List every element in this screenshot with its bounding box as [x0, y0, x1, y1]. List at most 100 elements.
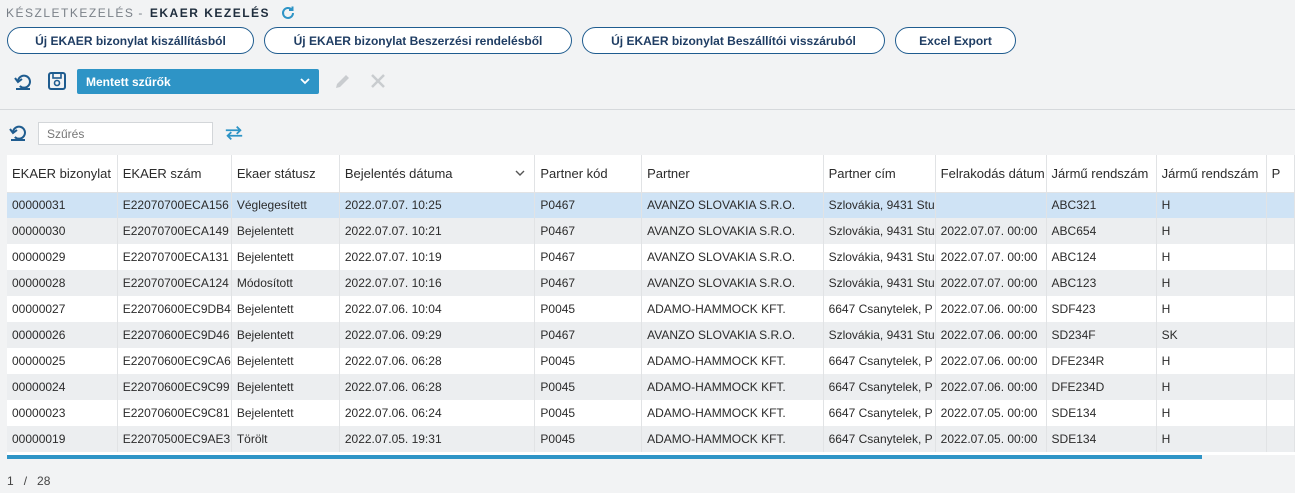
breadcrumb-separator: -	[138, 6, 144, 20]
swap-icon[interactable]	[224, 123, 244, 143]
column-header[interactable]: Partner kód	[534, 155, 643, 193]
table-cell: 2022.07.07. 10:25	[339, 192, 536, 218]
table-row[interactable]: 00000025 E22070600EC9CA6 Bejelentett 2022.0…	[7, 348, 1295, 374]
table-cell	[1266, 296, 1295, 322]
table-cell: H	[1156, 426, 1267, 452]
table-cell	[1266, 244, 1295, 270]
column-header[interactable]: Partner cím	[823, 155, 936, 193]
table-cell	[1266, 218, 1295, 244]
table-row[interactable]: 00000031 E22070700ECA156 Véglegesített 2022…	[7, 192, 1295, 218]
table-cell: Törölt	[231, 426, 340, 452]
breadcrumb-parent[interactable]: KÉSZLETKEZELÉS	[6, 6, 134, 20]
table-cell: 00000029	[7, 244, 118, 270]
new-ekaer-from-supplier-return-button[interactable]: Új EKAER bizonylat Beszállítói visszárub…	[582, 27, 885, 54]
current-page: 1	[7, 474, 14, 488]
reset-icon[interactable]	[13, 72, 33, 92]
table-cell: 00000026	[7, 322, 118, 348]
saved-filters-label: Mentett szűrők	[86, 74, 171, 89]
table-cell	[1266, 192, 1295, 218]
save-icon[interactable]	[47, 71, 67, 91]
column-header[interactable]: Jármű rendszám	[1046, 155, 1157, 193]
chevron-down-icon	[300, 78, 310, 85]
column-header[interactable]: Jármű rendszám	[1156, 155, 1267, 193]
delete-icon[interactable]	[368, 71, 388, 91]
table-cell: 00000023	[7, 400, 118, 426]
table-cell: 2022.07.06. 00:00	[935, 322, 1047, 348]
table-cell: P0045	[534, 348, 643, 374]
table-cell: 2022.07.05. 00:00	[935, 400, 1047, 426]
column-header-label: Jármű rendszám	[1161, 165, 1259, 181]
table-cell: 2022.07.06. 06:24	[339, 400, 536, 426]
table-cell: P0467	[534, 322, 643, 348]
column-header-label: Partner kód	[540, 165, 608, 181]
table-cell: ADAMO-HAMMOCK KFT.	[641, 426, 824, 452]
table-cell: Szlovákia, 9431 Stu	[823, 218, 936, 244]
saved-filters-select[interactable]: Mentett szűrők	[77, 69, 319, 94]
table-cell: AVANZO SLOVAKIA S.R.O.	[641, 192, 824, 218]
column-header-label: Jármű rendszám	[1051, 165, 1149, 181]
table-cell: 2022.07.07. 00:00	[935, 218, 1047, 244]
column-header[interactable]: Partner	[641, 155, 824, 193]
table-row[interactable]: 00000024 E22070600EC9C99 Bejelentett 2022.0…	[7, 374, 1295, 400]
table-row[interactable]: 00000030 E22070700ECA149 Bejelentett 2022.0…	[7, 218, 1295, 244]
column-header-label: EKAER bizonylat	[12, 165, 111, 181]
table-cell: SDF423	[1046, 296, 1157, 322]
column-header-label: P	[1271, 165, 1281, 181]
table-cell: 2022.07.05. 00:00	[935, 426, 1047, 452]
total-pages: 28	[37, 474, 51, 488]
table-cell: P0045	[534, 374, 643, 400]
column-header[interactable]: EKAER szám	[117, 155, 232, 193]
column-header[interactable]: Ekaer státusz	[231, 155, 340, 193]
table-cell: 2022.07.07. 00:00	[935, 244, 1047, 270]
table-cell: Szlovákia, 9431 Stu	[823, 270, 936, 296]
table-cell: ADAMO-HAMMOCK KFT.	[641, 400, 824, 426]
new-ekaer-from-delivery-button[interactable]: Új EKAER bizonylat kiszállításból	[7, 27, 254, 54]
table-cell: E22070600EC9C99	[117, 374, 232, 400]
column-header-label: EKAER szám	[122, 165, 202, 181]
table-row[interactable]: 00000019 E22070500EC9AE3 Törölt 2022.07.05.…	[7, 426, 1295, 452]
table-cell: ABC654	[1046, 218, 1157, 244]
new-ekaer-from-purchase-order-button[interactable]: Új EKAER bizonylat Beszerzési rendelésbő…	[264, 27, 572, 54]
table-row[interactable]: 00000023 E22070600EC9C81 Bejelentett 2022.0…	[7, 400, 1295, 426]
table-cell: E22070500EC9AE3	[117, 426, 232, 452]
table-cell: 6647 Csanytelek, P	[823, 296, 936, 322]
ekaer-table: EKAER bizonylat EKAER szám Ekaer státusz Be…	[7, 155, 1295, 455]
table-row[interactable]: 00000028 E22070700ECA124 Módosított 2022.07…	[7, 270, 1295, 296]
table-cell: Módosított	[231, 270, 340, 296]
table-cell: 2022.07.06. 10:04	[339, 296, 536, 322]
excel-export-button[interactable]: Excel Export	[895, 27, 1016, 54]
table-cell: Szlovákia, 9431 Stu	[823, 192, 936, 218]
table-cell	[935, 192, 1047, 218]
table-cell: ABC321	[1046, 192, 1157, 218]
table-cell: 2022.07.06. 00:00	[935, 296, 1047, 322]
table-cell: 2022.07.06. 06:28	[339, 348, 536, 374]
table-cell: E22070700ECA131	[117, 244, 232, 270]
column-header[interactable]: Felrakodás dátum	[935, 155, 1047, 193]
table-cell: Bejelentett	[231, 348, 340, 374]
table-cell: 2022.07.06. 09:29	[339, 322, 536, 348]
reset-filter-icon[interactable]	[8, 123, 28, 143]
action-buttons: Új EKAER bizonylat kiszállításból Új EKA…	[7, 27, 1016, 54]
table-cell: E22070700ECA124	[117, 270, 232, 296]
table-row[interactable]: 00000026 E22070600EC9D46 Bejelentett 2022.0…	[7, 322, 1295, 348]
horizontal-scrollbar[interactable]	[7, 455, 1202, 459]
column-header[interactable]: P	[1266, 155, 1295, 193]
table-cell: 6647 Csanytelek, P	[823, 426, 936, 452]
table-row[interactable]: 00000029 E22070700ECA131 Bejelentett 2022.0…	[7, 244, 1295, 270]
table-cell	[1266, 348, 1295, 374]
pager-separator: /	[23, 474, 28, 488]
table-cell: 00000019	[7, 426, 118, 452]
sort-desc-icon[interactable]	[514, 167, 526, 179]
edit-icon[interactable]	[333, 71, 353, 91]
column-header[interactable]: EKAER bizonylat	[7, 155, 118, 193]
table-cell: ABC123	[1046, 270, 1157, 296]
filter-input[interactable]	[38, 122, 213, 145]
refresh-icon[interactable]	[280, 5, 296, 21]
table-cell: 00000031	[7, 192, 118, 218]
table-cell: AVANZO SLOVAKIA S.R.O.	[641, 270, 824, 296]
table-cell: ADAMO-HAMMOCK KFT.	[641, 348, 824, 374]
column-header[interactable]: Bejelentés dátuma	[339, 155, 536, 193]
table-row[interactable]: 00000027 E22070600EC9DB4 Bejelentett 2022.0…	[7, 296, 1295, 322]
table-cell: H	[1156, 244, 1267, 270]
column-header-label: Ekaer státusz	[236, 165, 316, 181]
